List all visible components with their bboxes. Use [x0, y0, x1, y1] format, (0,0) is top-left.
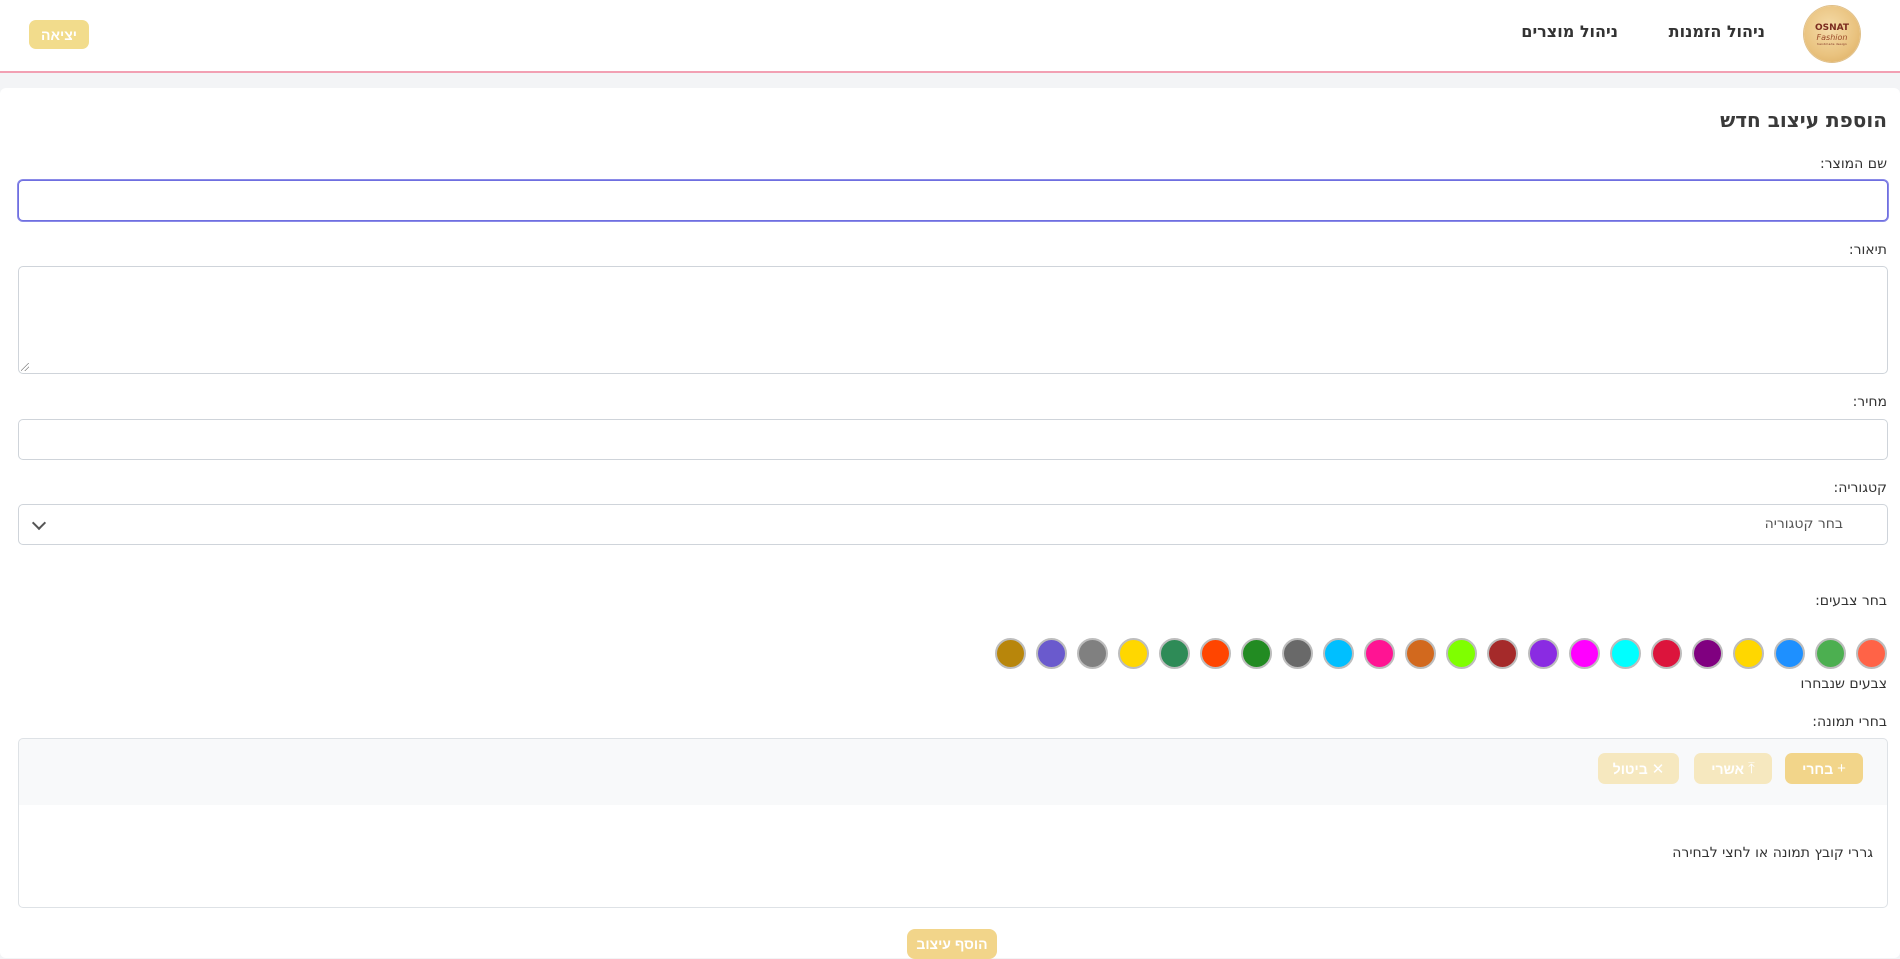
selected-colors-label: צבעים שנבחרו [1800, 676, 1887, 692]
color-swatch[interactable] [995, 638, 1026, 669]
color-swatch[interactable] [1692, 638, 1723, 669]
category-select-value: בחר קטגוריה [1764, 516, 1843, 532]
color-swatch[interactable] [1200, 638, 1231, 669]
upload-file-label: אשרי [1711, 760, 1745, 777]
color-swatch[interactable] [1282, 638, 1313, 669]
file-upload-toolbar: + בחרי ⤒ אשרי ✕ ביטול [18, 738, 1888, 806]
submit-design-button[interactable]: הוסף עיצוב [907, 929, 997, 959]
description-label: תיאור: [1848, 242, 1887, 258]
choose-file-button[interactable]: + בחרי [1785, 753, 1863, 784]
color-swatch[interactable] [1815, 638, 1846, 669]
product-name-label: שם המוצר: [1819, 156, 1887, 172]
upload-file-button[interactable]: ⤒ אשרי [1694, 753, 1772, 784]
product-name-input[interactable] [18, 180, 1888, 221]
color-swatch[interactable] [1528, 638, 1559, 669]
logo-text-line2: Fashion [1816, 32, 1848, 42]
category-label: קטגוריה: [1833, 480, 1888, 496]
brand-logo[interactable]: OSNAT Fashion handmade design [1804, 6, 1860, 62]
price-input[interactable] [18, 419, 1888, 460]
color-swatch[interactable] [1651, 638, 1682, 669]
image-label: בחרי תמונה: [1812, 714, 1887, 730]
color-swatch[interactable] [1241, 638, 1272, 669]
cancel-upload-label: ביטול [1612, 760, 1648, 777]
nav-products-link[interactable]: ניהול מוצרים [1521, 22, 1618, 41]
logo-text-line3: handmade design [1817, 41, 1847, 46]
color-swatch[interactable] [1077, 638, 1108, 669]
upload-icon: ⤒ [1748, 760, 1755, 777]
close-icon: ✕ [1651, 760, 1665, 778]
color-swatch[interactable] [1036, 638, 1067, 669]
file-drop-zone[interactable]: גררי קובץ תמונה או לחצי לבחירה [18, 805, 1888, 908]
color-swatch[interactable] [1487, 638, 1518, 669]
color-swatch[interactable] [1159, 638, 1190, 669]
color-swatch[interactable] [1733, 638, 1764, 669]
choose-file-label: בחרי [1802, 760, 1834, 777]
color-swatch[interactable] [1569, 638, 1600, 669]
price-label: מחיר: [1852, 394, 1887, 410]
color-swatch[interactable] [1405, 638, 1436, 669]
chevron-down-icon [31, 515, 47, 531]
plus-icon: + [1837, 760, 1846, 777]
color-swatch[interactable] [1364, 638, 1395, 669]
nav-orders-link[interactable]: ניהול הזמנות [1669, 22, 1765, 41]
description-textarea[interactable] [18, 266, 1888, 374]
category-select[interactable]: בחר קטגוריה [18, 504, 1888, 545]
page-title: הוספת עיצוב חדש [1720, 108, 1887, 132]
cancel-upload-button[interactable]: ✕ ביטול [1598, 753, 1679, 784]
color-swatch[interactable] [1774, 638, 1805, 669]
drop-zone-text: גררי קובץ תמונה או לחצי לבחירה [1672, 845, 1873, 861]
color-swatch-list [995, 638, 1887, 669]
top-navbar: OSNAT Fashion handmade design ניהול הזמנ… [0, 0, 1900, 73]
color-swatch[interactable] [1446, 638, 1477, 669]
color-swatch[interactable] [1323, 638, 1354, 669]
color-swatch[interactable] [1118, 638, 1149, 669]
color-swatch[interactable] [1610, 638, 1641, 669]
color-swatch[interactable] [1856, 638, 1887, 669]
logo-text-line1: OSNAT [1814, 22, 1850, 33]
resize-handle-icon[interactable] [21, 363, 29, 371]
logout-button[interactable]: יציאה [29, 20, 89, 49]
colors-label: בחר צבעים: [1815, 593, 1887, 609]
